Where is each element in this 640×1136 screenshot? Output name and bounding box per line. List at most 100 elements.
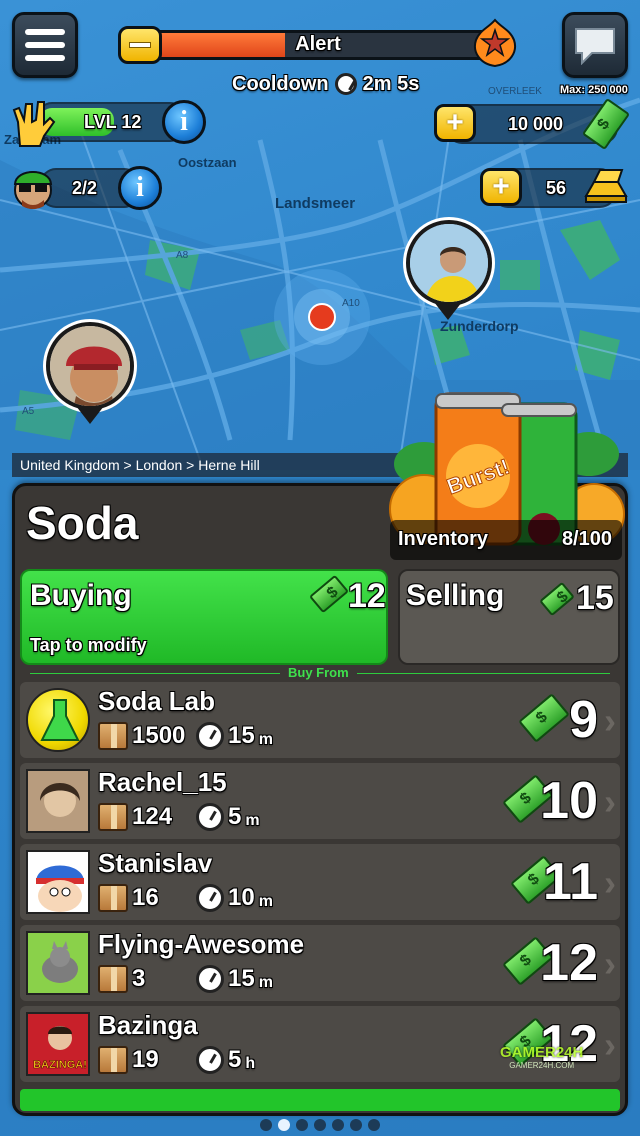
page-dot[interactable] — [296, 1119, 308, 1131]
seller-price: 9 — [569, 691, 598, 749]
minus-icon — [118, 26, 162, 64]
seller-stock: 16 — [132, 884, 159, 911]
selling-tab[interactable]: Selling 15 — [398, 569, 620, 665]
chat-button[interactable] — [562, 12, 628, 78]
add-gold-button[interactable]: + — [480, 168, 522, 206]
cooldown-value: 2m 5s — [362, 72, 420, 95]
seller-price: 12 — [540, 934, 598, 992]
map-label-a10: A10 — [342, 298, 360, 309]
seller-stock: 124 — [132, 803, 173, 830]
seller-price: 10 — [540, 772, 598, 830]
seller-avatar-stanislav — [26, 850, 90, 914]
chevron-right-icon: › — [604, 862, 616, 903]
seller-avatar-flying-awesome — [26, 931, 90, 995]
box-icon — [98, 965, 128, 993]
seller-row-soda-lab[interactable]: Soda Lab 1500 15m 9 › — [20, 682, 620, 758]
price-cash-icon — [518, 693, 570, 743]
flask-icon — [40, 699, 80, 741]
bottom-green-bar[interactable] — [20, 1089, 620, 1111]
buying-cash-icon — [308, 574, 350, 614]
selling-cash-icon — [539, 581, 575, 617]
seller-row-rachel[interactable]: Rachel_15 124 5m 10 › — [20, 763, 620, 839]
watermark: GAMER24H GAMER24H.COM — [500, 1044, 583, 1070]
seller-row-stanislav[interactable]: Stanislav 16 10m 11 › — [20, 844, 620, 920]
box-icon — [98, 803, 128, 831]
buying-price: 12 — [348, 577, 386, 615]
chat-bubble-icon — [575, 28, 615, 65]
product-title: Soda — [26, 497, 139, 549]
seller-name: Rachel_15 — [98, 767, 227, 797]
inventory-value: 8/100 — [561, 528, 612, 550]
seller-name: Bazinga — [98, 1010, 198, 1040]
page-dot[interactable] — [350, 1119, 362, 1131]
cash-max-label: Max: 250 000 — [560, 84, 628, 96]
dealer-pin-cap-tail — [76, 406, 104, 424]
stopwatch-icon — [334, 73, 357, 95]
stopwatch-icon — [196, 803, 224, 831]
seller-name: Flying-Awesome — [98, 929, 305, 959]
seller-price: 11 — [543, 853, 598, 911]
page-dot[interactable] — [278, 1119, 290, 1131]
buying-hint: Tap to modify — [30, 635, 147, 655]
seller-time-unit: m — [258, 974, 273, 991]
seller-row-flying-awesome[interactable]: Flying-Awesome 3 15m 12 › — [20, 925, 620, 1001]
box-icon — [98, 722, 128, 750]
map-label-oostzaan: Oostzaan — [178, 155, 237, 170]
rock-hand-icon — [12, 101, 56, 147]
seller-stock: 3 — [132, 965, 146, 992]
crew-info-button[interactable]: i — [118, 166, 162, 210]
level-info-button[interactable]: i — [162, 100, 206, 144]
page-dot[interactable] — [368, 1119, 380, 1131]
map-label-a5: A5 — [22, 406, 35, 417]
chevron-right-icon: › — [604, 700, 616, 741]
hamburger-icon — [25, 29, 65, 61]
page-dot[interactable] — [332, 1119, 344, 1131]
chevron-right-icon: › — [604, 781, 616, 822]
bazinga-text: BAZINGA! — [33, 1059, 87, 1071]
dealer-pin-yellow[interactable] — [406, 220, 492, 306]
gold-value: 56 — [546, 178, 567, 198]
map-label-landsmeer: Landsmeer — [275, 195, 356, 212]
seller-time: 15 — [228, 722, 255, 749]
buying-tab[interactable]: Buying 12 Tap to modify — [20, 569, 388, 665]
seller-name: Soda Lab — [98, 686, 216, 716]
seller-time: 10 — [228, 884, 255, 911]
seller-time: 15 — [228, 965, 255, 992]
inventory-bar: Inventory 8/100 — [390, 520, 622, 560]
seller-avatar-bazinga: BAZINGA! — [26, 1012, 90, 1076]
page-dot[interactable] — [260, 1119, 272, 1131]
alert-label: Alert — [295, 33, 341, 55]
level-label: LVL 12 — [84, 112, 142, 132]
watermark-site: GAMER24H.COM — [509, 1061, 575, 1070]
seller-time-unit: h — [245, 1055, 256, 1072]
seller-time-unit: m — [258, 893, 273, 910]
inventory-label: Inventory — [398, 528, 489, 550]
box-icon — [98, 1046, 128, 1074]
menu-button[interactable] — [12, 12, 78, 78]
stopwatch-icon — [196, 965, 224, 993]
alert-bar[interactable]: Alert — [118, 18, 518, 68]
page-dot[interactable] — [314, 1119, 326, 1131]
seller-row-bazinga[interactable]: BAZINGA! Bazinga 19 5h 12 › GAMER24H GAM… — [20, 1006, 620, 1082]
box-icon — [98, 884, 128, 912]
seller-stock: 19 — [132, 1046, 159, 1073]
stopwatch-icon — [196, 1046, 224, 1074]
seller-time: 5 — [228, 803, 242, 830]
add-cash-button[interactable]: + — [434, 104, 476, 142]
map-label-zunderdorp: Zunderdorp — [440, 318, 519, 334]
crew-label: 2/2 — [72, 178, 98, 198]
dealer-pin-cap[interactable] — [46, 322, 134, 410]
seller-portrait-icon: BAZINGA! — [28, 1014, 88, 1074]
map-label-overleek: OVERLEEK — [488, 86, 542, 97]
cash-value: 10 000 — [508, 114, 564, 134]
selling-price: 15 — [576, 579, 614, 617]
seller-time-unit: m — [245, 812, 260, 829]
stopwatch-icon — [196, 884, 224, 912]
page-indicator[interactable] — [0, 1119, 640, 1131]
buy-from-title: Buy From — [280, 665, 357, 680]
seller-stock: 1500 — [132, 722, 186, 749]
seller-time-unit: m — [258, 731, 273, 748]
buying-label: Buying — [30, 579, 132, 612]
seller-portrait-icon — [28, 852, 88, 912]
seller-portrait-icon — [28, 771, 88, 831]
